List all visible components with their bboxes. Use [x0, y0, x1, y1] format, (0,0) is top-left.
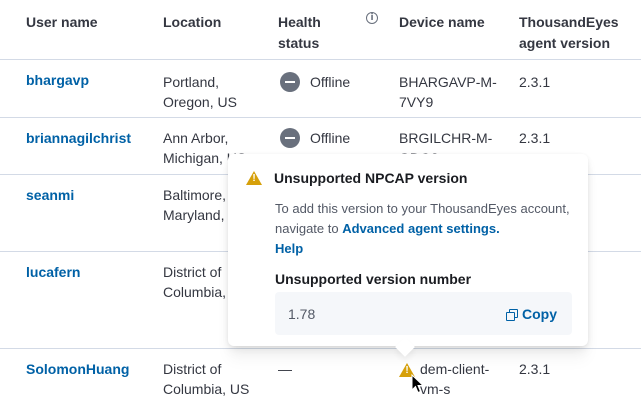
user-link[interactable]: seanmi — [26, 185, 74, 205]
column-header-agent-version-line2: agent version — [519, 35, 611, 51]
agent-version-cell: 2.3.1 — [519, 130, 551, 146]
column-header-health-status-line2: status — [278, 35, 320, 51]
user-link[interactable]: lucafern — [26, 262, 80, 282]
status-cell: Offline — [280, 72, 350, 92]
column-header-location[interactable]: Location — [163, 12, 221, 33]
popover-body: To add this version to your ThousandEyes… — [275, 199, 575, 259]
copy-label: Copy — [522, 306, 557, 322]
copy-icon — [506, 308, 518, 321]
location-line1: Ann Arbor, — [163, 130, 229, 146]
device-line1: BHARGAVP-M- — [399, 74, 497, 90]
column-header-health-status[interactable]: Health status — [278, 12, 321, 54]
help-link[interactable]: Help — [275, 241, 303, 256]
column-header-user-name[interactable]: User name — [26, 12, 98, 33]
user-link[interactable]: SolomonHuang — [26, 359, 129, 379]
table-row: bhargavp Portland, Oregon, US Offline BH… — [0, 59, 641, 118]
device-name-cell: BHARGAVP-M- 7VY9 — [399, 72, 497, 112]
status-text: Offline — [310, 74, 351, 90]
user-link[interactable]: briannagilchrist — [26, 128, 131, 148]
popover-title: Unsupported NPCAP version — [246, 168, 467, 188]
location-line1: Portland, — [163, 74, 220, 90]
offline-icon — [280, 128, 300, 148]
column-header-agent-version[interactable]: ThousandEyes agent version — [519, 12, 619, 54]
column-header-agent-version-line1: ThousandEyes — [519, 14, 619, 30]
advanced-agent-settings-link[interactable]: Advanced agent settings. — [342, 221, 499, 236]
column-header-device-name[interactable]: Device name — [399, 12, 485, 33]
user-link[interactable]: bhargavp — [26, 70, 89, 90]
popover-title-text: Unsupported NPCAP version — [274, 170, 468, 186]
copy-button[interactable]: Copy — [506, 304, 557, 324]
table-row: SolomonHuang District of Columbia, US — … — [0, 348, 641, 418]
location-cell: District of Columbia, US — [163, 359, 249, 399]
agent-version-cell: 2.3.1 — [519, 74, 551, 90]
location-line1: District of — [163, 361, 222, 377]
version-value: 1.78 — [288, 306, 316, 322]
status-text: Offline — [310, 130, 351, 146]
location-line2: Columbia, US — [163, 381, 250, 397]
device-line1: BRGILCHR-M- — [399, 130, 493, 146]
location-line2: Oregon, US — [163, 94, 237, 110]
mouse-pointer-icon — [411, 374, 425, 394]
npcap-warning-popover: Unsupported NPCAP version To add this ve… — [228, 154, 588, 357]
table-header: User name Location Health status i Devic… — [0, 0, 641, 60]
version-number-label: Unsupported version number — [275, 271, 472, 287]
device-line2: vm-s — [420, 381, 451, 397]
status-cell: Offline — [280, 128, 350, 148]
offline-icon — [280, 72, 300, 92]
device-line2: 7VY9 — [399, 94, 434, 110]
status-cell: — — [278, 361, 292, 377]
device-line1: dem-client- — [420, 361, 490, 377]
column-header-health-status-line1: Health — [278, 14, 321, 30]
agent-version-cell: 2.3.1 — [519, 361, 551, 377]
version-code-block: 1.78 Copy — [275, 292, 572, 335]
info-icon[interactable]: i — [366, 12, 378, 24]
warning-icon — [246, 171, 262, 185]
location-cell: Portland, Oregon, US — [163, 72, 237, 112]
